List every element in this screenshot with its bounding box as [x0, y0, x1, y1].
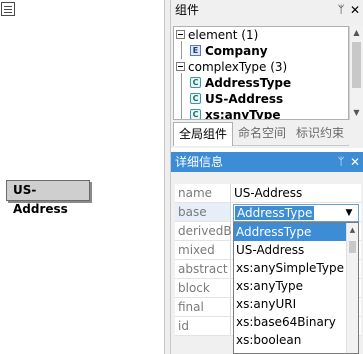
view-toggle-icon[interactable]: [1, 2, 15, 16]
tree-item-element[interactable]: element (1): [174, 27, 348, 43]
dropdown-option[interactable]: xs:boolean: [234, 331, 346, 349]
dropdown-option[interactable]: xs:anyType: [234, 277, 346, 295]
tree-scrollbar[interactable]: ▲ ▼: [349, 26, 363, 120]
dropdown-option[interactable]: AddressType: [234, 223, 346, 241]
details-panel-header: 详细信息 ᛘ ✕: [171, 152, 363, 172]
complex-type-icon: C: [190, 93, 201, 104]
tree-item-label: complexType (3): [188, 60, 288, 74]
dropdown-option[interactable]: xs:anySimpleType: [234, 259, 346, 277]
tree-item-label: AddressType: [205, 76, 292, 90]
components-tree: element (1) E Company complexType (3) C Ad…: [173, 26, 349, 120]
tree-item-addresstype[interactable]: C AddressType: [174, 75, 348, 91]
pin-icon[interactable]: ᛘ: [335, 0, 347, 20]
complex-type-node[interactable]: US-Address: [6, 180, 90, 216]
element-icon: E: [190, 45, 201, 56]
close-icon[interactable]: ✕: [349, 152, 361, 172]
property-name: name: [175, 184, 231, 202]
dropdown-option[interactable]: US-Address: [234, 241, 346, 259]
tree-item-label: Company: [205, 44, 268, 58]
components-panel-title: 组件: [175, 3, 200, 17]
tab-global-components[interactable]: 全局组件: [173, 122, 234, 146]
chevron-down-icon[interactable]: ▼: [343, 206, 355, 220]
tab-identity-constraints[interactable]: 标识约束: [291, 122, 350, 146]
scroll-down-icon[interactable]: ▼: [350, 106, 363, 120]
complex-type-icon: C: [190, 77, 201, 88]
dropdown-scrollbar[interactable]: ▲: [346, 223, 358, 353]
design-canvas[interactable]: US-Address: [0, 0, 165, 354]
scroll-up-icon[interactable]: ▲: [347, 223, 358, 237]
base-type-selected: AddressType: [235, 206, 315, 220]
dropdown-option[interactable]: xs:anyURI: [234, 295, 346, 313]
components-panel: 组件 ᛘ ✕ element (1) E Company complexType …: [171, 0, 363, 148]
property-row-name[interactable]: name US-Address: [175, 184, 361, 203]
property-value-field[interactable]: US-Address: [231, 184, 361, 202]
collapse-icon[interactable]: [176, 62, 185, 71]
property-name: mixed: [175, 241, 231, 259]
tree-item-company[interactable]: E Company: [174, 43, 348, 59]
node-label: US-Address: [13, 183, 68, 216]
property-name: final: [175, 298, 231, 316]
scrollbar-thumb[interactable]: [352, 42, 361, 88]
property-name: derivedBy: [175, 222, 239, 240]
complex-type-icon: C: [190, 109, 201, 119]
tree-item-label: element (1): [188, 28, 259, 42]
components-panel-header: 组件 ᛘ ✕: [171, 0, 363, 20]
base-type-dropdown-list: AddressType US-Address xs:anySimpleType …: [233, 222, 359, 354]
property-name: base: [175, 203, 231, 221]
tab-namespaces[interactable]: 命名空间: [233, 122, 292, 146]
tree-item-complextype[interactable]: complexType (3): [174, 59, 348, 75]
scrollbar-thumb[interactable]: [349, 241, 356, 253]
scroll-up-icon[interactable]: ▲: [350, 26, 363, 40]
tree-item-label: US-Address: [205, 92, 284, 106]
pin-icon[interactable]: ᛘ: [335, 152, 347, 172]
property-name: id: [175, 317, 231, 335]
collapse-icon[interactable]: [176, 30, 185, 39]
tree-item-us-address[interactable]: C US-Address: [174, 91, 348, 107]
dropdown-option[interactable]: xs:base64Binary: [234, 313, 346, 331]
details-panel-title: 详细信息: [175, 155, 224, 169]
base-type-select[interactable]: AddressType ▼: [233, 204, 359, 222]
property-name: abstract: [175, 260, 231, 278]
property-name: block: [175, 279, 231, 297]
tree-item-xs-anytype[interactable]: Cxs:anyType: [174, 107, 348, 120]
close-icon[interactable]: ✕: [349, 0, 361, 20]
components-tabs: 全局组件 命名空间 标识约束: [173, 122, 350, 146]
tree-item-label: xs:anyType: [205, 108, 281, 120]
